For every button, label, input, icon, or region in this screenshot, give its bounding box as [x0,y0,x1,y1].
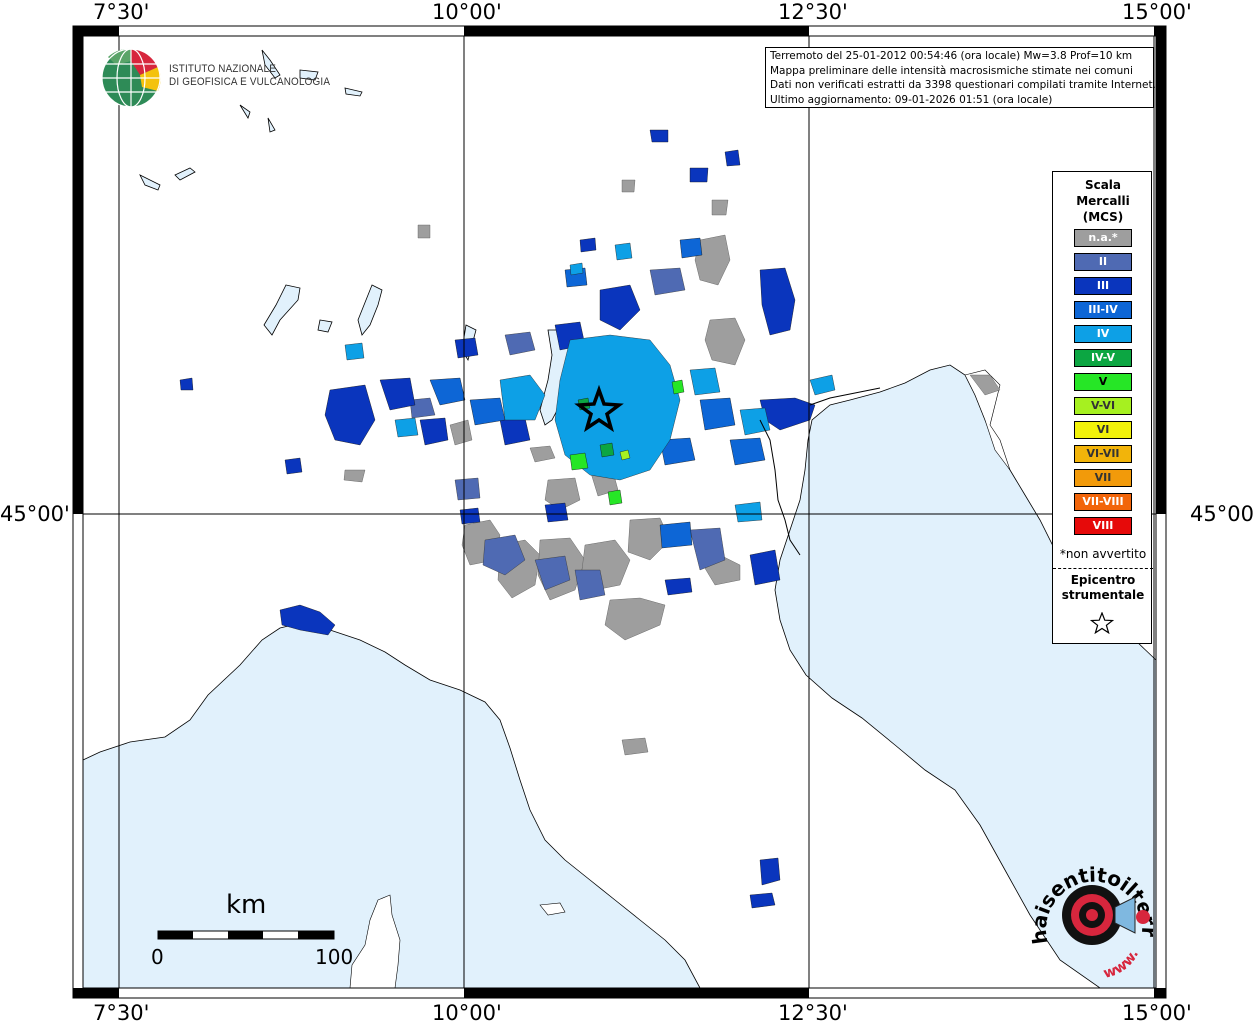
info-line-1: Terremoto del 25-01-2012 00:54:46 (ora l… [770,50,1133,62]
scale-end-label: 100 [315,945,354,969]
lon-label-bottom-3: 12°30' [778,1001,848,1025]
legend-item-viii: VIII [1074,517,1132,535]
institute-name-line2: DI GEOFISICA E VULCANOLOGIA [169,76,331,88]
legend-epicenter-label: Epicentro strumentale [1053,573,1153,603]
legend-title-line1: Scala [1084,178,1122,192]
legend-item-iv: IV [1074,325,1132,343]
lon-label-bottom-2: 10°00' [432,1001,502,1025]
legend-item-vi: VI [1074,421,1132,439]
lon-label-top-4: 15°00' [1122,0,1192,24]
scale-start-label: 0 [151,945,164,969]
legend-title: Scala Mercalli (MCS) [1053,177,1153,225]
lat-label-left: 45°00' [0,502,70,526]
legend-item-iii: III [1074,277,1132,295]
ingv-globe-icon [101,48,161,108]
svg-text:www.: www. [1102,947,1142,980]
legend-item-iii-iv: III-IV [1074,301,1132,319]
institute-name-line1: ISTITUTO NAZIONALE [169,63,277,75]
scale-unit-label: km [226,890,267,920]
lon-label-bottom-1: 7°30' [93,1001,150,1025]
info-line-4: Ultimo aggiornamento: 09-01-2026 01:51 (… [770,93,1053,106]
legend-item-v-vi: V-VI [1074,397,1132,415]
legend-separator [1053,568,1153,569]
legend-item-vii: VII [1074,469,1132,487]
lon-label-top-1: 7°30' [93,0,150,24]
lon-label-top-2: 10°00' [432,0,502,24]
legend-title-line2: Mercalli [1076,194,1130,208]
legend-item-iv-v: IV-V [1074,349,1132,367]
earthquake-info-box: Terremoto del 25-01-2012 00:54:46 (ora l… [765,47,1156,108]
legend-item-ii: II [1074,253,1132,271]
institute-name: ISTITUTO NAZIONALE DI GEOFISICA E VULCAN… [169,63,330,89]
legend-item-vii-viii: VII-VIII [1074,493,1132,511]
legend-item-v: V [1074,373,1132,391]
legend-epicenter-line1: Epicentro [1070,573,1136,587]
info-line-2: Mappa preliminare delle intensità macros… [770,64,1133,77]
legend-title-line3: (MCS) [1082,210,1124,224]
legend-epicenter-line2: strumentale [1061,588,1145,602]
mcs-legend: Scala Mercalli (MCS) n.a.* II III III-IV IV I… [1052,171,1153,644]
scale-bar [157,930,335,940]
intensity-v-vi-areas [619,449,631,461]
lat-label-right: 45°00' [1190,502,1255,526]
legend-item-vi-vii: VI-VII [1074,445,1132,463]
legend-item-n-a: n.a.* [1074,229,1132,247]
website-logo-url: www. [1102,947,1142,980]
info-line-3: Dati non verificati estratti da 3398 que… [770,79,1156,91]
star-icon [1090,612,1114,634]
legend-footnote: *non avvertito [1059,547,1147,561]
lon-label-top-3: 12°30' [778,0,848,24]
lon-label-bottom-4: 15°00' [1122,1001,1192,1025]
target-speaker-icon: haisentitoilterremoto.it www. [1030,855,1160,980]
